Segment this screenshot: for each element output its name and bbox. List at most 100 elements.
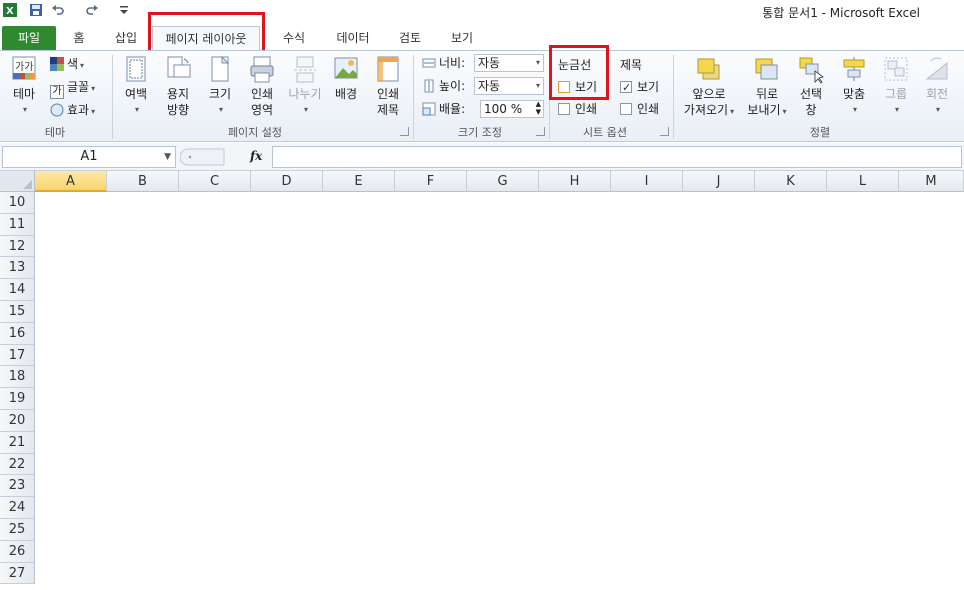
row-header-25[interactable]: 25: [0, 519, 35, 541]
chevron-down-icon: ▾: [303, 105, 308, 114]
formula-input[interactable]: [272, 146, 962, 168]
scale-percent-spinner[interactable]: 100 % ▲ ▼: [480, 100, 544, 118]
customize-quick-access-icon[interactable]: [116, 2, 132, 18]
row-header-23[interactable]: 23: [0, 475, 35, 498]
gridlines-view-checkbox[interactable]: 보기: [558, 78, 597, 96]
spinner-arrows-icon[interactable]: ▲ ▼: [536, 100, 541, 116]
tab-review[interactable]: 검토: [390, 26, 430, 50]
headings-print-checkbox[interactable]: 인쇄: [620, 100, 659, 118]
theme-fonts-button[interactable]: 가 글꼴 ▾: [50, 78, 95, 99]
row-header-24[interactable]: 24: [0, 497, 35, 519]
save-icon[interactable]: [28, 2, 44, 18]
gridlines-print-label: 인쇄: [575, 102, 598, 116]
row-header-16[interactable]: 16: [0, 322, 35, 345]
scale-height-combo[interactable]: 자동 ▾: [474, 77, 544, 95]
theme-effects-icon: [50, 103, 64, 117]
scale-dialog-launcher-icon[interactable]: [536, 127, 545, 136]
redo-icon[interactable]: [84, 2, 100, 18]
scale-height-text: 높이:: [439, 79, 466, 93]
column-header-e[interactable]: E: [323, 171, 395, 192]
align-button[interactable]: 맞춤 ▾: [838, 55, 870, 117]
undo-icon[interactable]: [50, 2, 66, 18]
name-box-value: A1: [80, 149, 98, 164]
print-titles-button[interactable]: 인쇄 제목: [368, 55, 408, 117]
row-header-26[interactable]: 26: [0, 540, 35, 563]
select-all-corner[interactable]: [0, 171, 35, 192]
scale-width-text: 너비:: [439, 56, 466, 70]
headings-print-box[interactable]: [620, 103, 632, 115]
size-button[interactable]: 크기 ▾: [202, 55, 238, 117]
column-header-g[interactable]: G: [467, 171, 539, 192]
chevron-down-icon: ▾: [91, 107, 96, 116]
worksheet-grid[interactable]: ABCDEFGHIJKLM 10 11 12 13 14 15 16 17 18 19 20 21 22…: [0, 171, 964, 590]
formula-bar-splitter-icon[interactable]: [180, 148, 226, 166]
chevron-down-icon: ▾: [535, 81, 540, 90]
headings-view-box[interactable]: [620, 79, 632, 97]
tab-insert[interactable]: 삽입: [106, 26, 146, 50]
row-header-10[interactable]: 10: [0, 192, 35, 214]
tab-page-layout[interactable]: 페이지 레이아웃: [152, 26, 260, 50]
column-header-m[interactable]: M: [899, 171, 964, 192]
chevron-down-icon: ▾: [894, 105, 899, 114]
name-box-dropdown-icon[interactable]: ▼: [164, 147, 171, 167]
theme-fonts-icon: 가: [50, 85, 64, 99]
svg-text:X: X: [6, 6, 14, 17]
align-icon: [843, 57, 865, 81]
orientation-label-1: 용지: [166, 87, 190, 101]
column-header-a[interactable]: A: [35, 171, 107, 192]
theme-effects-button[interactable]: 효과 ▾: [50, 101, 95, 119]
theme-colors-label: 색: [67, 57, 79, 71]
name-box[interactable]: A1 ▼: [2, 146, 176, 168]
column-header-f[interactable]: F: [395, 171, 467, 192]
row-header-27[interactable]: 27: [0, 562, 35, 585]
column-header-c[interactable]: C: [179, 171, 251, 192]
tab-file[interactable]: 파일: [2, 26, 56, 50]
theme-colors-button[interactable]: 색 ▾: [50, 55, 84, 73]
gridlines-view-box[interactable]: [558, 81, 570, 93]
row-header-22[interactable]: 22: [0, 453, 35, 476]
print-area-button[interactable]: 인쇄 영역: [242, 55, 282, 117]
themes-label: 테마: [12, 87, 36, 101]
tab-formulas[interactable]: 수식: [272, 26, 316, 50]
row-header-19[interactable]: 19: [0, 388, 35, 410]
tab-view[interactable]: 보기: [442, 26, 482, 50]
row-header-12[interactable]: 12: [0, 235, 35, 258]
row-header-11[interactable]: 11: [0, 213, 35, 236]
row-header-20[interactable]: 20: [0, 410, 35, 432]
bring-forward-button[interactable]: 앞으로 가져오기 ▾: [680, 55, 738, 119]
tab-data[interactable]: 데이터: [328, 26, 378, 50]
column-header-d[interactable]: D: [251, 171, 323, 192]
orientation-button[interactable]: 용지 방향: [158, 55, 198, 117]
insert-function-icon[interactable]: fx: [250, 149, 262, 163]
bring-forward-icon: [697, 58, 720, 80]
row-header-17[interactable]: 17: [0, 344, 35, 367]
print-area-label-2: 영역: [250, 103, 274, 117]
selection-pane-button[interactable]: 선택 창: [796, 55, 826, 117]
themes-button[interactable]: 가가 테마 ▾: [6, 55, 42, 117]
page-setup-dialog-launcher-icon[interactable]: [400, 127, 409, 136]
row-header-18[interactable]: 18: [0, 366, 35, 389]
column-header-b[interactable]: B: [107, 171, 179, 192]
send-backward-button[interactable]: 뒤로 보내기 ▾: [742, 55, 792, 119]
gridlines-print-box[interactable]: [558, 103, 570, 115]
column-header-j[interactable]: J: [683, 171, 755, 192]
background-button[interactable]: 배경: [328, 55, 364, 101]
scale-width-combo[interactable]: 자동 ▾: [474, 54, 544, 72]
row-header-13[interactable]: 13: [0, 257, 35, 280]
row-header-21[interactable]: 21: [0, 431, 35, 454]
gridlines-print-checkbox[interactable]: 인쇄: [558, 100, 597, 118]
column-header-h[interactable]: H: [539, 171, 611, 192]
row-header-15[interactable]: 15: [0, 301, 35, 323]
row-header-14[interactable]: 14: [0, 279, 35, 301]
chevron-down-icon: ▾: [218, 105, 223, 114]
sheet-options-dialog-launcher-icon[interactable]: [660, 127, 669, 136]
headings-view-checkbox[interactable]: 보기: [620, 78, 659, 97]
selection-pane-label-1: 선택: [799, 87, 823, 101]
column-header-l[interactable]: L: [827, 171, 899, 192]
column-header-k[interactable]: K: [755, 171, 827, 192]
title-bar: X 통합 문서1 - Microsoft Excel: [0, 0, 964, 22]
tab-home[interactable]: 홈: [64, 26, 94, 50]
margins-button[interactable]: 여백 ▾: [118, 55, 154, 117]
selection-pane-label-2: 창: [805, 103, 817, 117]
column-header-i[interactable]: I: [611, 171, 683, 192]
